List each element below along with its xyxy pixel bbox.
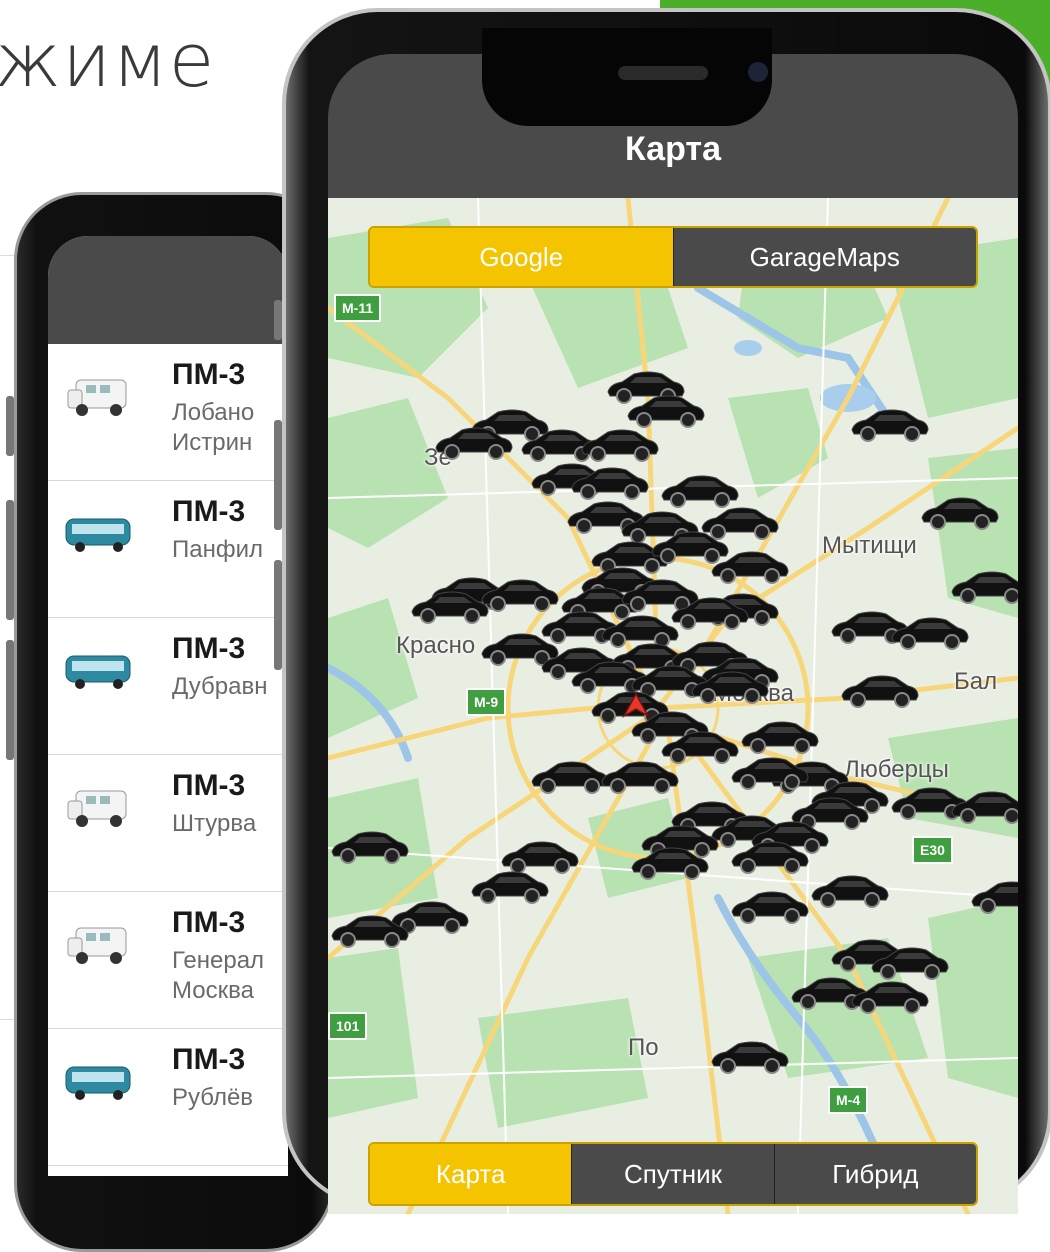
phone-camera (748, 62, 768, 82)
vehicle-list-item[interactable]: ПМ-3 Дубравн (48, 618, 288, 755)
page-heading-fragment: жиме (0, 18, 216, 104)
car-marker-icon[interactable] (578, 426, 660, 464)
location-pin-icon[interactable] (622, 692, 650, 718)
road-shield: M-9 (466, 688, 507, 716)
car-marker-icon[interactable] (708, 1038, 790, 1076)
vehicle-title: ПМ-3 (172, 632, 246, 665)
minibus-icon (67, 379, 127, 416)
map-view[interactable]: M-11 M-9 E30 M-4 101 Зе Мытищи Красно Мо… (328, 198, 1018, 1214)
vehicle-title: ПМ-3 (172, 769, 246, 802)
vehicle-list: ПМ-3 Лобано Истрин ПМ-3 Панфил ПМ-3 Дубравн ПМ-… (48, 344, 288, 1166)
map-type-tab-hybrid[interactable]: Гибрид (773, 1144, 976, 1204)
vehicle-route: Дубравн (172, 672, 268, 702)
list-header (48, 236, 288, 344)
vehicle-list-item[interactable]: ПМ-3 Рублёв (48, 1029, 288, 1166)
vehicle-route-line: Генерал (172, 947, 265, 974)
car-marker-icon[interactable] (948, 568, 1018, 606)
car-marker-icon[interactable] (868, 944, 950, 982)
road-shield: M-11 (334, 294, 382, 322)
car-marker-icon[interactable] (624, 392, 706, 430)
vehicle-route: Штурва (172, 809, 256, 839)
car-marker-icon[interactable] (808, 872, 890, 910)
map-type-tab-map[interactable]: Карта (370, 1144, 572, 1204)
vehicle-route: Генерал Москва (172, 946, 264, 1006)
bus-icon (65, 518, 131, 552)
vehicle-route-line: Истрин (172, 429, 253, 456)
side-button (6, 396, 14, 456)
car-marker-icon[interactable] (328, 912, 410, 950)
vehicle-route-line: Рублёв (172, 1084, 254, 1111)
vehicle-list-screen: ПМ-3 Лобано Истрин ПМ-3 Панфил ПМ-3 Дубравн ПМ-… (48, 236, 288, 1176)
minibus-icon (67, 790, 127, 827)
map-screen: Карта M-11 M-9 E30 M-4 101 Зе Мытищи Кра… (328, 54, 1018, 1214)
car-marker-icon[interactable] (468, 868, 550, 906)
bus-icon (65, 655, 131, 689)
provider-tab-garagemaps[interactable]: GarageMaps (672, 228, 976, 286)
vehicle-route-line: Панфил (172, 536, 264, 563)
car-marker-icon[interactable] (918, 494, 1000, 532)
car-marker-icon[interactable] (568, 464, 650, 502)
car-marker-icon[interactable] (432, 424, 514, 462)
vehicle-list-item[interactable]: ПМ-3 Генерал Москва (48, 892, 288, 1029)
car-marker-icon[interactable] (738, 718, 820, 756)
car-marker-icon[interactable] (968, 878, 1018, 916)
car-marker-icon[interactable] (708, 548, 790, 586)
car-marker-icon[interactable] (728, 838, 810, 876)
place-label: По (628, 1034, 659, 1061)
vehicle-list-item[interactable]: ПМ-3 Панфил (48, 481, 288, 618)
vehicle-title: ПМ-3 (172, 495, 246, 528)
car-marker-icon[interactable] (848, 406, 930, 444)
car-marker-icon[interactable] (848, 978, 930, 1016)
car-marker-icon[interactable] (628, 844, 710, 882)
vehicle-route: Лобано Истрин (172, 398, 254, 458)
vehicle-route-line: Дубравн (172, 673, 268, 700)
side-button (6, 500, 14, 620)
car-marker-icon[interactable] (948, 788, 1018, 826)
provider-tab-google[interactable]: Google (370, 228, 673, 286)
vehicle-route-line: Лобано (172, 399, 255, 426)
vehicle-list-item[interactable]: ПМ-3 Лобано Истрин (48, 344, 288, 481)
car-marker-icon[interactable] (728, 888, 810, 926)
road-shield: E30 (912, 836, 953, 864)
side-button (274, 560, 282, 670)
vehicle-route: Панфил (172, 535, 263, 565)
place-label: Мытищи (822, 532, 917, 559)
map-type-tab-satellite[interactable]: Спутник (571, 1144, 774, 1204)
phone-speaker (618, 66, 708, 80)
side-button (274, 420, 282, 530)
road-shield: M-4 (828, 1086, 869, 1114)
car-marker-icon[interactable] (888, 614, 970, 652)
side-button (6, 640, 14, 760)
minibus-icon (67, 927, 127, 964)
vehicle-title: ПМ-3 (172, 358, 246, 391)
screen-title: Карта (625, 130, 721, 168)
car-marker-icon[interactable] (838, 672, 920, 710)
road-shield: 101 (328, 1012, 368, 1040)
car-marker-icon[interactable] (328, 828, 410, 866)
place-label: Красно (396, 632, 476, 659)
vehicle-route-line: Штурва (172, 810, 257, 837)
vehicle-route: Рублёв (172, 1083, 253, 1113)
car-marker-icon[interactable] (668, 594, 750, 632)
bus-icon (65, 1066, 131, 1100)
map-provider-switch: Google GarageMaps (368, 226, 978, 288)
place-label: Бал (954, 668, 998, 695)
vehicle-route-line: Москва (172, 977, 254, 1004)
side-button (274, 300, 282, 340)
map-type-switch: Карта Спутник Гибрид (368, 1142, 978, 1206)
car-marker-icon[interactable] (728, 754, 810, 792)
car-marker-icon[interactable] (598, 758, 680, 796)
car-marker-icon[interactable] (688, 668, 770, 706)
vehicle-list-item[interactable]: ПМ-3 Штурва (48, 755, 288, 892)
vehicle-title: ПМ-3 (172, 1043, 246, 1076)
vehicle-title: ПМ-3 (172, 906, 246, 939)
